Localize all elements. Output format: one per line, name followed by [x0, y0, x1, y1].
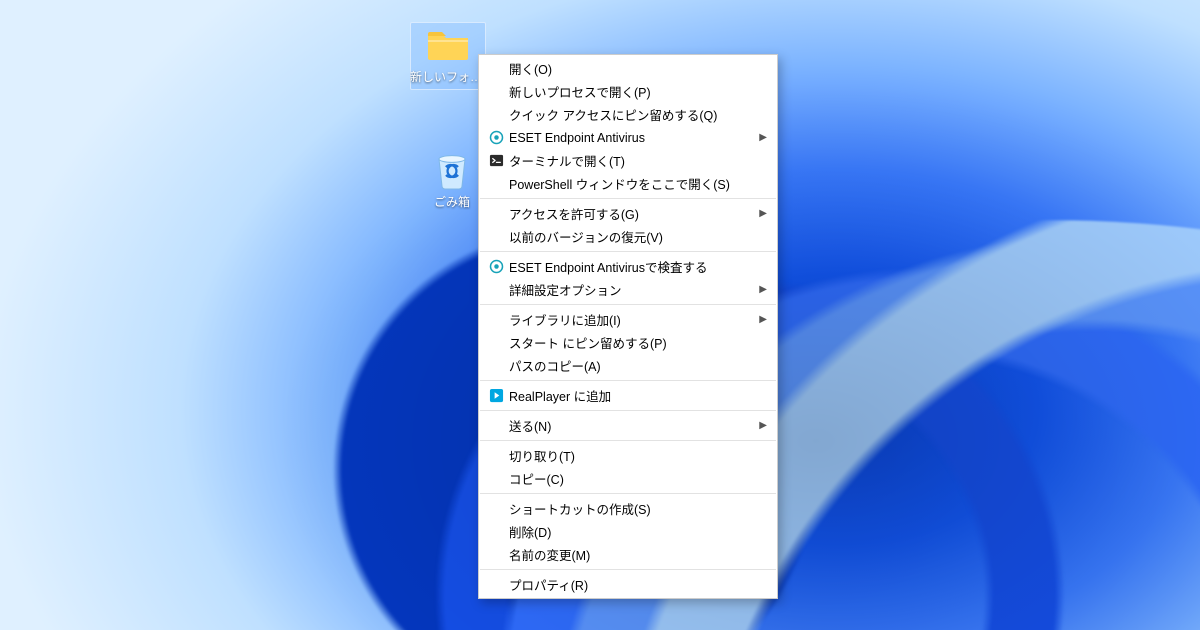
menu-item-label: コピー(C) — [507, 469, 755, 488]
menu-item-label: パスのコピー(A) — [507, 356, 755, 375]
menu-item-label: プロパティ(R) — [507, 575, 755, 594]
menu-separator — [480, 410, 776, 411]
menu-item-cut[interactable]: 切り取り(T) — [479, 444, 777, 467]
menu-item-eset-scan[interactable]: ESET Endpoint Antivirusで検査する — [479, 255, 777, 278]
menu-item-realplayer-add[interactable]: RealPlayer に追加 — [479, 384, 777, 407]
menu-separator — [480, 569, 776, 570]
menu-item-create-shortcut[interactable]: ショートカットの作成(S) — [479, 497, 777, 520]
menu-item-rename[interactable]: 名前の変更(M) — [479, 543, 777, 566]
menu-item-open-powershell[interactable]: PowerShell ウィンドウをここで開く(S) — [479, 172, 777, 195]
menu-item-open-terminal[interactable]: ターミナルで開く(T) — [479, 149, 777, 172]
menu-item-restore-previous[interactable]: 以前のバージョンの復元(V) — [479, 225, 777, 248]
desktop-icon-label: 新しいフォルダー — [410, 68, 486, 85]
terminal-icon — [485, 153, 507, 168]
menu-item-properties[interactable]: プロパティ(R) — [479, 573, 777, 596]
menu-item-copy[interactable]: コピー(C) — [479, 467, 777, 490]
menu-item-eset-advanced[interactable]: 詳細設定オプション▶ — [479, 278, 777, 301]
menu-item-pin-quick-access[interactable]: クイック アクセスにピン留めする(Q) — [479, 103, 777, 126]
eset-icon — [485, 130, 507, 145]
menu-item-label: 切り取り(T) — [507, 446, 755, 465]
menu-item-label: ライブラリに追加(I) — [507, 310, 755, 329]
menu-item-label: 以前のバージョンの復元(V) — [507, 227, 755, 246]
folder-icon — [424, 25, 472, 65]
menu-item-open[interactable]: 開く(O) — [479, 57, 777, 80]
menu-item-label: クイック アクセスにピン留めする(Q) — [507, 105, 755, 124]
menu-separator — [480, 380, 776, 381]
menu-item-label: 新しいプロセスで開く(P) — [507, 82, 755, 101]
menu-item-label: 詳細設定オプション — [507, 280, 755, 299]
desktop[interactable]: 新しいフォルダー ごみ箱 開く(O)新しいプロセスで開く(P)クイック アクセス… — [0, 0, 1200, 630]
menu-separator — [480, 493, 776, 494]
menu-item-delete[interactable]: 削除(D) — [479, 520, 777, 543]
menu-item-open-new-process[interactable]: 新しいプロセスで開く(P) — [479, 80, 777, 103]
submenu-arrow-icon: ▶ — [755, 420, 767, 431]
recycle-bin-icon — [428, 150, 476, 190]
menu-item-label: スタート にピン留めする(P) — [507, 333, 755, 352]
menu-separator — [480, 198, 776, 199]
context-menu: 開く(O) 新しいプロセスで開く(P) クイック アクセスにピン留めする(Q) ESE… — [478, 54, 778, 599]
menu-item-label: アクセスを許可する(G) — [507, 204, 755, 223]
menu-item-send-to[interactable]: 送る(N)▶ — [479, 414, 777, 437]
menu-item-label: 送る(N) — [507, 416, 755, 435]
submenu-arrow-icon: ▶ — [755, 314, 767, 325]
menu-item-add-to-library[interactable]: ライブラリに追加(I)▶ — [479, 308, 777, 331]
menu-item-grant-access[interactable]: アクセスを許可する(G)▶ — [479, 202, 777, 225]
menu-item-label: 名前の変更(M) — [507, 545, 755, 564]
menu-item-label: RealPlayer に追加 — [507, 386, 755, 405]
eset-icon — [485, 259, 507, 274]
menu-item-label: ターミナルで開く(T) — [507, 151, 755, 170]
menu-item-label: ESET Endpoint Antivirusで検査する — [507, 257, 755, 276]
submenu-arrow-icon: ▶ — [755, 208, 767, 219]
menu-separator — [480, 440, 776, 441]
menu-item-label: ESET Endpoint Antivirus — [507, 131, 755, 145]
menu-item-label: 開く(O) — [507, 59, 755, 78]
menu-separator — [480, 304, 776, 305]
submenu-arrow-icon: ▶ — [755, 284, 767, 295]
menu-item-eset-antivirus[interactable]: ESET Endpoint Antivirus▶ — [479, 126, 777, 149]
submenu-arrow-icon: ▶ — [755, 132, 767, 143]
menu-item-copy-path[interactable]: パスのコピー(A) — [479, 354, 777, 377]
menu-item-label: PowerShell ウィンドウをここで開く(S) — [507, 174, 755, 193]
realplayer-icon — [485, 388, 507, 403]
desktop-icon-new-folder[interactable]: 新しいフォルダー — [410, 22, 486, 90]
menu-item-label: ショートカットの作成(S) — [507, 499, 755, 518]
menu-item-pin-to-start[interactable]: スタート にピン留めする(P) — [479, 331, 777, 354]
menu-item-label: 削除(D) — [507, 522, 755, 541]
menu-separator — [480, 251, 776, 252]
